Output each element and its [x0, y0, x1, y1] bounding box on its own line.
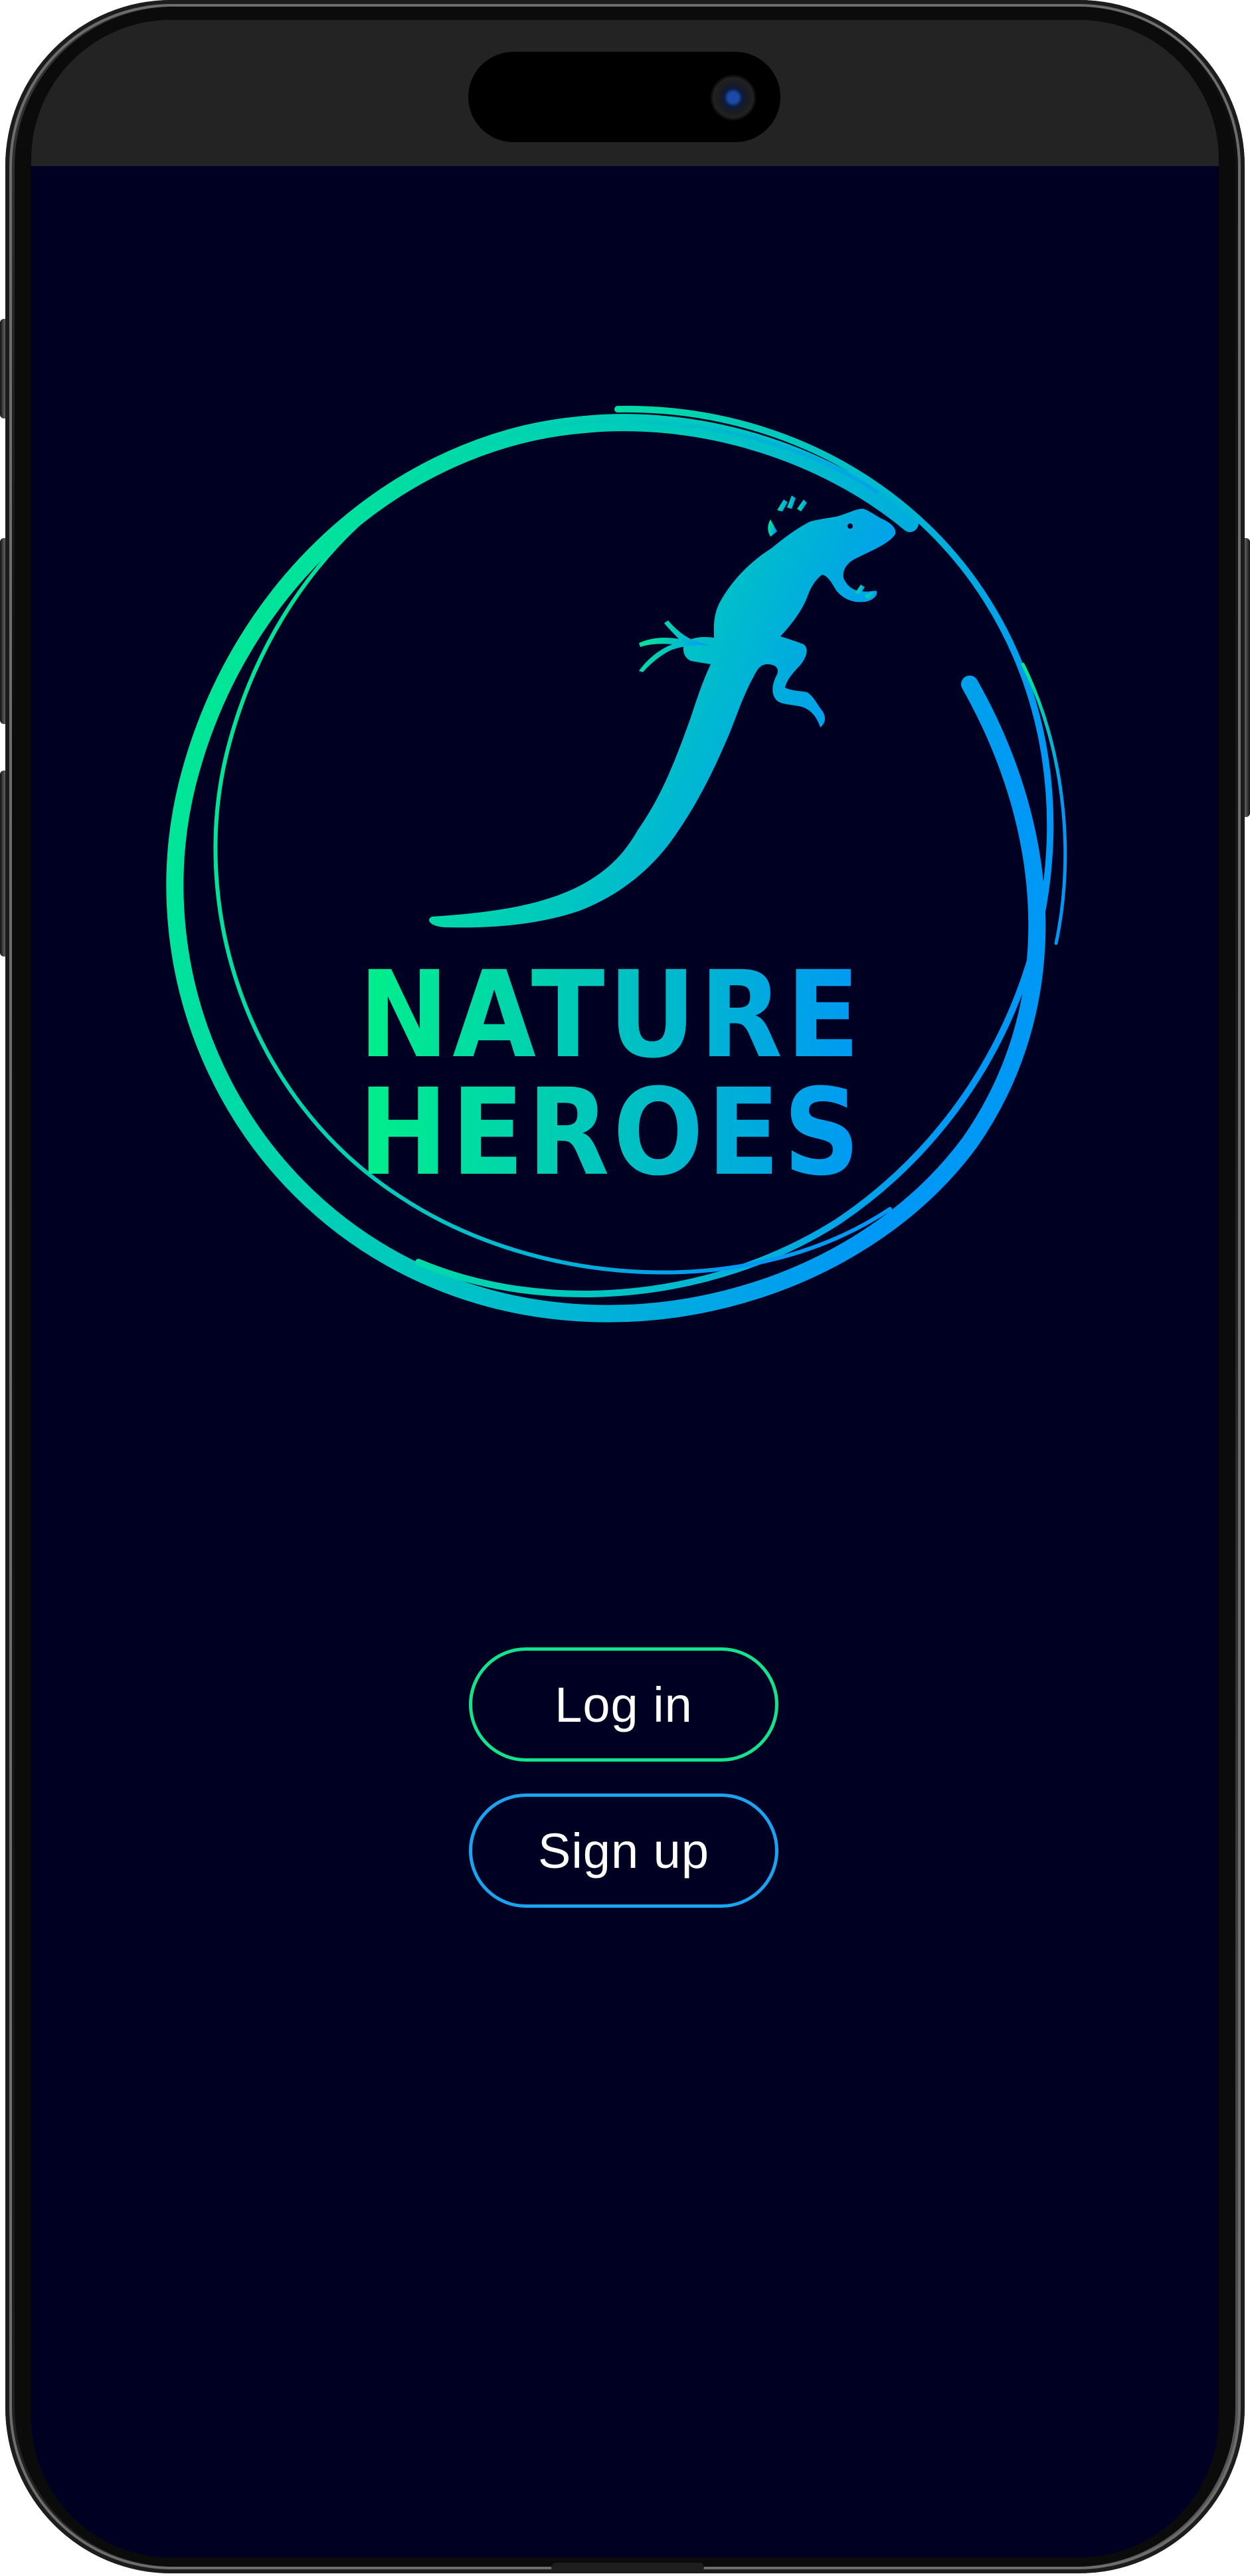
signup-button[interactable]: Sign up: [469, 1794, 778, 1908]
lizard-icon: [429, 496, 896, 928]
camera-icon: [713, 77, 754, 118]
home-indicator: [551, 2563, 704, 2572]
app-canvas: NATURE HEROES Log in Sign up: [0, 0, 1250, 2576]
signup-button-label: Sign up: [538, 1823, 709, 1879]
login-button[interactable]: Log in: [469, 1647, 778, 1762]
nature-heroes-logo: NATURE HEROES: [166, 405, 1067, 1323]
brand-title-line2: HEROES: [359, 1063, 863, 1202]
login-button-label: Log in: [555, 1677, 693, 1732]
